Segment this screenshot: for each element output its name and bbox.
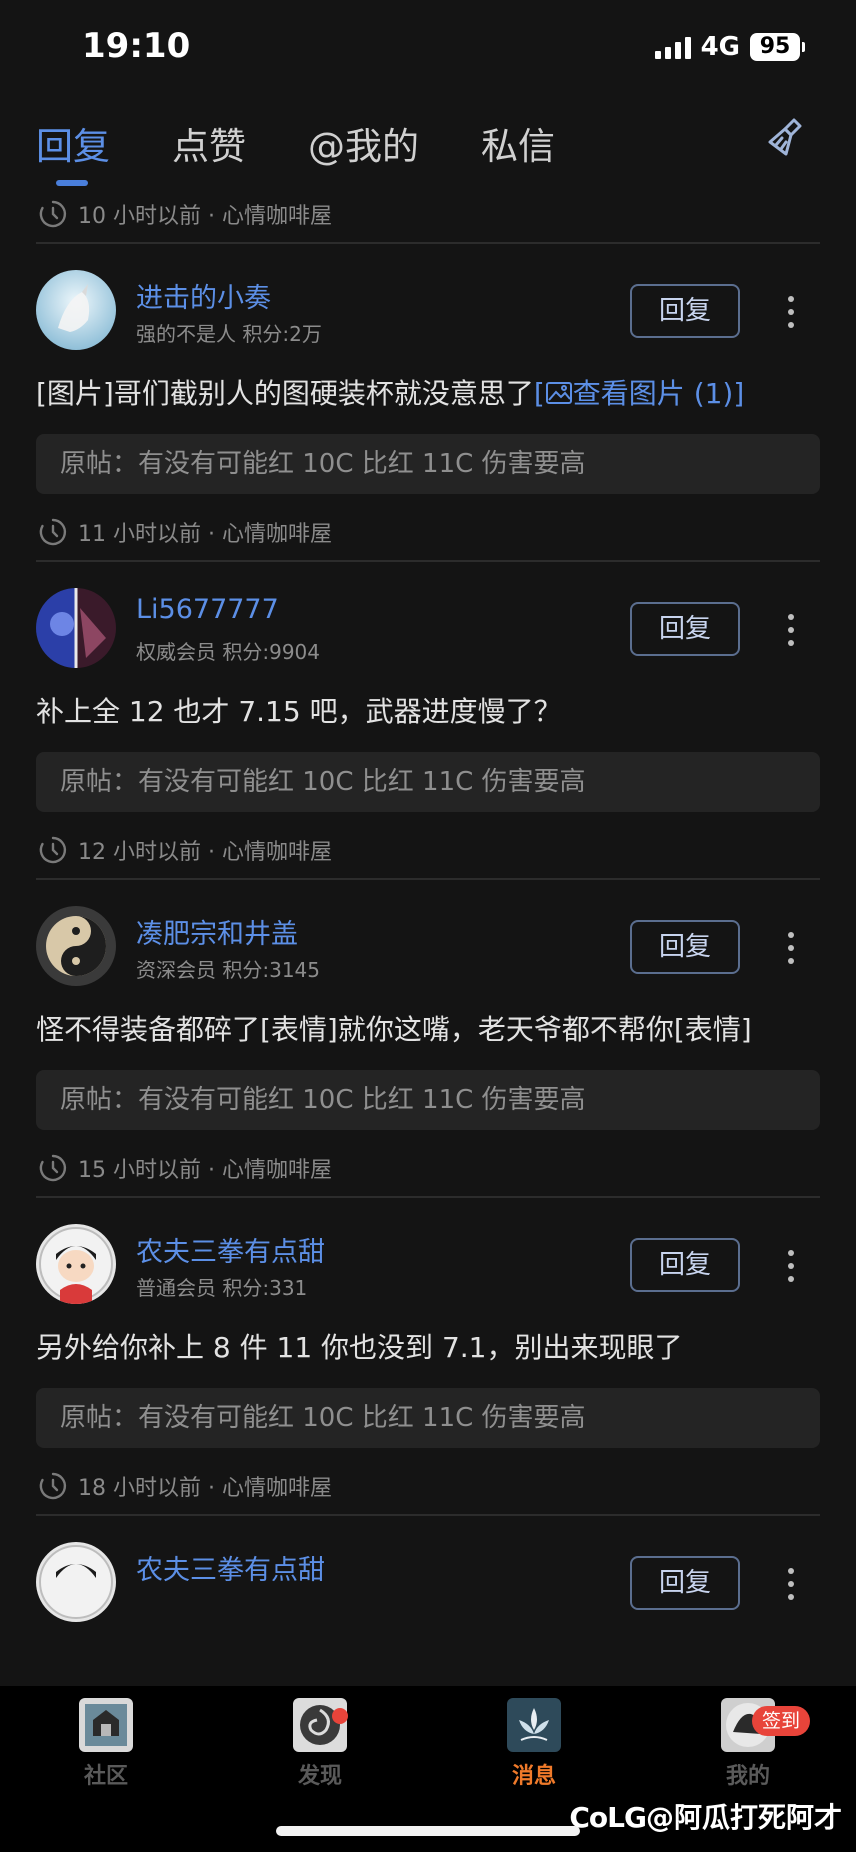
more-options-icon[interactable] (776, 1244, 806, 1288)
message-icon (507, 1698, 561, 1752)
status-indicators: 4G 95 (654, 32, 805, 62)
reply-button[interactable]: 回复 (630, 1238, 740, 1292)
reply-user-row: 凑肥宗和井盖 资深会员 积分:3145 回复 (0, 906, 856, 990)
reply-item: 进击的小奏 强的不是人 积分:2万 回复 [图片]哥们截别人的图硬装杯就没意思了… (0, 244, 856, 562)
avatar[interactable] (36, 588, 116, 668)
community-icon (79, 1698, 133, 1752)
reply-user-row: 农夫三拳有点甜 回复 (0, 1542, 856, 1626)
reply-button[interactable]: 回复 (630, 920, 740, 974)
notification-dot (332, 1708, 348, 1724)
reply-meta-text: 12 小时以前 · 心情咖啡屋 (78, 840, 332, 865)
reply-item: 凑肥宗和井盖 资深会员 积分:3145 回复 怪不得装备都碎了[表情]就你这嘴，… (0, 880, 856, 1198)
original-post-quote[interactable]: 原帖：有没有可能红 10C 比红 11C 伤害要高 (36, 1070, 820, 1130)
clock-icon (39, 836, 67, 864)
more-options-icon[interactable] (776, 290, 806, 334)
nav-profile[interactable]: 签到 我的 (688, 1698, 811, 1790)
reply-content: 另外给你补上 8 件 11 你也没到 7.1，别出来现眼了 (36, 1331, 683, 1364)
clock-icon (39, 1154, 67, 1182)
tab-replies[interactable]: 回复 (36, 116, 110, 170)
clock-icon (39, 1472, 67, 1500)
clear-all-broom-icon[interactable] (764, 114, 812, 162)
original-post-quote[interactable]: 原帖：有没有可能红 10C 比红 11C 伤害要高 (36, 752, 820, 812)
view-images-link[interactable]: [查看图片 (1)] (534, 377, 744, 410)
user-rank-points: 资深会员 积分:3145 (136, 958, 320, 982)
messages-page: 19:10 4G 95 回复 点赞 @我的 私信 10 小时以前 · 心情咖啡屋… (0, 0, 856, 1852)
user-rank-points: 强的不是人 积分:2万 (136, 322, 322, 346)
reply-item: 农夫三拳有点甜 普通会员 积分:331 回复 另外给你补上 8 件 11 你也没… (0, 1198, 856, 1516)
username[interactable]: 农夫三拳有点甜 (136, 1230, 325, 1269)
reply-content: 怪不得装备都碎了[表情]就你这嘴，老天爷都不帮你[表情] (36, 1013, 752, 1046)
battery-icon: 95 (750, 33, 805, 61)
status-time: 19:10 (82, 26, 191, 66)
username[interactable]: 进击的小奏 (136, 276, 271, 315)
reply-meta: 15 小时以前 · 心情咖啡屋 (0, 1140, 856, 1196)
bottom-navigation: 社区 发现 消息 签到 我的 CoLG@阿瓜打死阿才 (0, 1686, 856, 1852)
original-post-quote[interactable]: 原帖：有没有可能红 10C 比红 11C 伤害要高 (36, 1388, 820, 1448)
nav-label: 社区 (83, 1764, 128, 1789)
reply-meta: 10 小时以前 · 心情咖啡屋 (0, 186, 856, 242)
reply-meta-text: 15 小时以前 · 心情咖啡屋 (78, 1158, 332, 1183)
tab-private-messages[interactable]: 私信 (481, 116, 555, 170)
nav-community[interactable]: 社区 (46, 1698, 166, 1790)
more-options-icon[interactable] (776, 926, 806, 970)
reply-meta-text: 11 小时以前 · 心情咖啡屋 (78, 522, 332, 547)
more-options-icon[interactable] (776, 1562, 806, 1606)
reply-item: Li5677777 权威会员 积分:9904 回复 补上全 12 也才 7.15… (0, 562, 856, 880)
network-label: 4G (700, 32, 740, 62)
status-bar: 19:10 4G 95 (0, 0, 856, 100)
nav-messages[interactable]: 消息 (474, 1698, 594, 1790)
username[interactable]: Li5677777 (136, 594, 279, 625)
avatar[interactable] (36, 270, 116, 350)
username[interactable]: 凑肥宗和井盖 (136, 912, 298, 951)
message-tabs: 回复 点赞 @我的 私信 (36, 116, 617, 170)
tab-mentions[interactable]: @我的 (308, 116, 419, 170)
reply-button[interactable]: 回复 (630, 284, 740, 338)
colg-logo: CoLG (569, 1801, 647, 1834)
reply-content: [图片]哥们截别人的图硬装杯就没意思了[查看图片 (1)] (36, 377, 745, 410)
avatar[interactable] (36, 1542, 116, 1622)
user-rank-points: 权威会员 积分:9904 (136, 640, 320, 664)
watermark-text: @阿瓜打死阿才 (645, 1801, 842, 1834)
reply-meta: 18 小时以前 · 心情咖啡屋 (0, 1458, 856, 1514)
reply-meta-text: 18 小时以前 · 心情咖啡屋 (78, 1476, 332, 1501)
reply-user-row: 进击的小奏 强的不是人 积分:2万 回复 (0, 270, 856, 354)
home-indicator[interactable] (276, 1826, 580, 1836)
original-post-quote[interactable]: 原帖：有没有可能红 10C 比红 11C 伤害要高 (36, 434, 820, 494)
nav-label: 消息 (511, 1764, 556, 1789)
reply-button[interactable]: 回复 (630, 1556, 740, 1610)
clock-icon (39, 200, 67, 228)
user-rank-points: 普通会员 积分:331 (136, 1276, 308, 1300)
nav-discover[interactable]: 发现 (260, 1698, 380, 1790)
reply-meta: 11 小时以前 · 心情咖啡屋 (0, 504, 856, 560)
tab-likes[interactable]: 点赞 (172, 116, 246, 170)
discover-icon (293, 1698, 347, 1752)
avatar[interactable] (36, 1224, 116, 1304)
checkin-badge[interactable]: 签到 (752, 1706, 811, 1736)
reply-item: 农夫三拳有点甜 回复 (0, 1516, 856, 1626)
reply-meta-text: 10 小时以前 · 心情咖啡屋 (78, 204, 332, 229)
reply-meta: 12 小时以前 · 心情咖啡屋 (0, 822, 856, 878)
reply-user-row: 农夫三拳有点甜 普通会员 积分:331 回复 (0, 1224, 856, 1308)
watermark: CoLG@阿瓜打死阿才 (569, 1796, 842, 1836)
more-options-icon[interactable] (776, 608, 806, 652)
signal-icon (654, 35, 691, 59)
reply-button[interactable]: 回复 (630, 602, 740, 656)
image-icon (545, 382, 572, 404)
reply-user-row: Li5677777 权威会员 积分:9904 回复 (0, 588, 856, 672)
avatar[interactable] (36, 906, 116, 986)
nav-label: 我的 (725, 1764, 770, 1789)
reply-feed[interactable]: 10 小时以前 · 心情咖啡屋 进击的小奏 强的不是人 积分:2万 回复 [图片… (0, 186, 856, 1686)
username[interactable]: 农夫三拳有点甜 (136, 1548, 325, 1587)
nav-label: 发现 (297, 1764, 342, 1789)
clock-icon (39, 518, 67, 546)
reply-content: 补上全 12 也才 7.15 吧，武器进度慢了？ (36, 695, 562, 728)
